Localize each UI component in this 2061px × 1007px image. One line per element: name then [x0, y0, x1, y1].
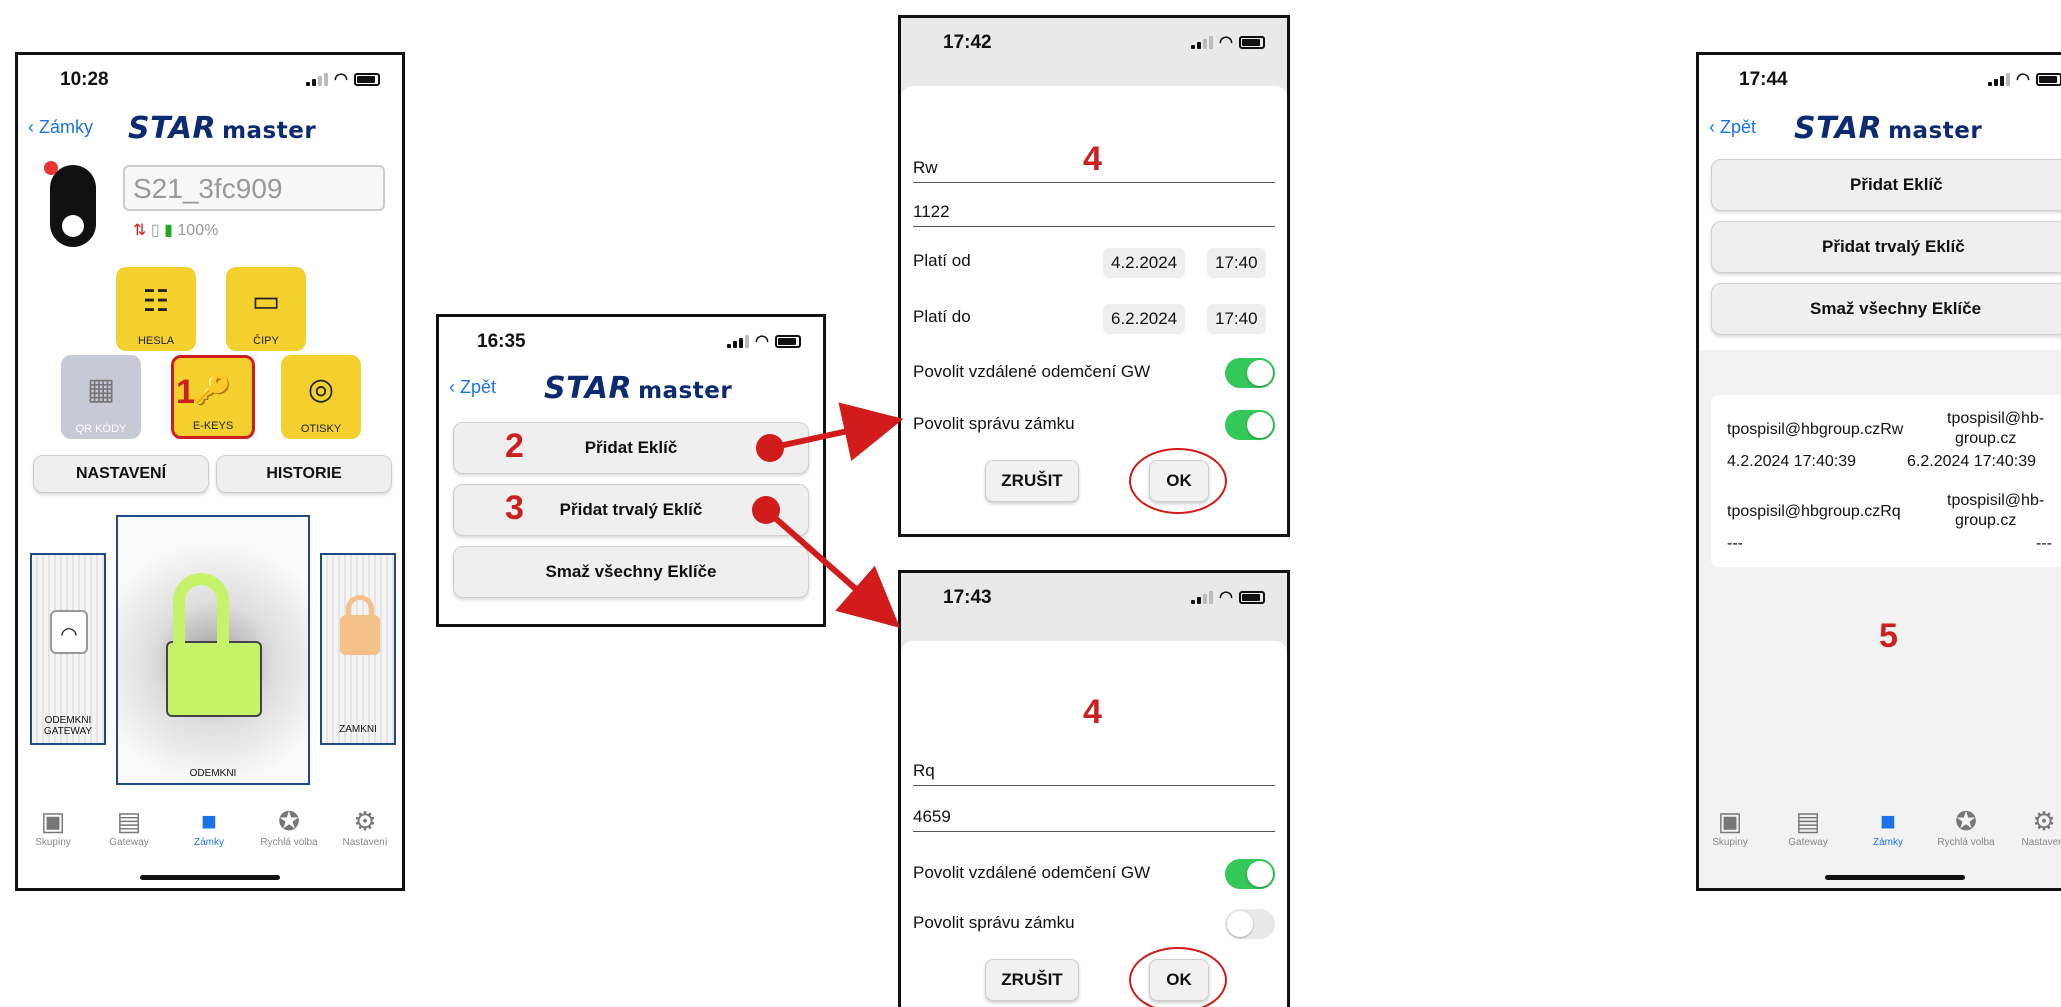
flow-arrows [752, 402, 904, 628]
arrow-3-to-permanent-dialog [764, 507, 901, 628]
arrow-2-to-add-dialog [769, 402, 904, 461]
